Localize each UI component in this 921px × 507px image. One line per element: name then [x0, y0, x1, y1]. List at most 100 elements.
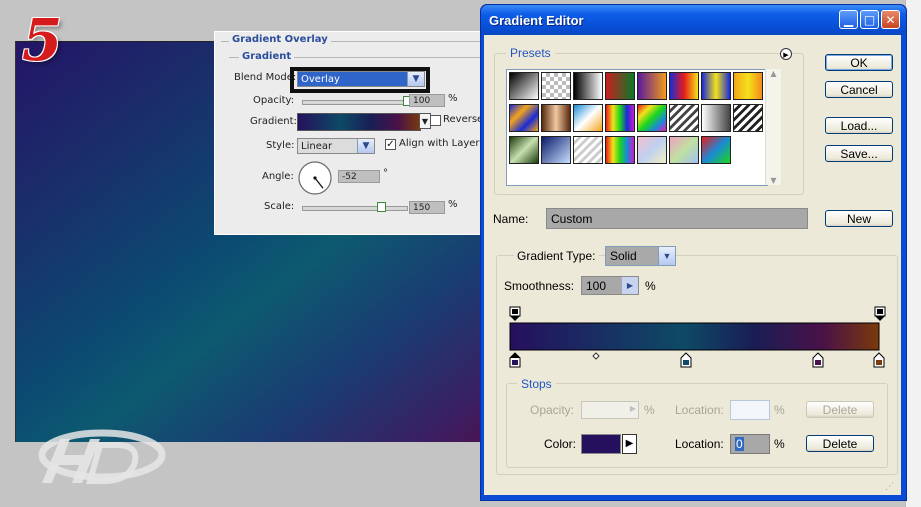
- stop-opacity-location-label: Location:: [675, 403, 724, 417]
- gradient-preview-swatch[interactable]: [297, 113, 421, 131]
- preset-swatch[interactable]: [733, 72, 763, 100]
- preset-swatch[interactable]: [573, 72, 603, 100]
- stop-opacity-location-input[interactable]: [730, 400, 770, 420]
- gradient-overlay-panel: Gradient Overlay Gradient Blend Mode: Ov…: [214, 31, 488, 235]
- preset-swatch[interactable]: [701, 72, 731, 100]
- title-bar: Gradient Editor ▁ □ ✕: [481, 5, 906, 35]
- gradient-bar[interactable]: [509, 322, 880, 351]
- ok-button[interactable]: OK: [825, 54, 893, 71]
- delete-color-stop-button[interactable]: Delete: [806, 435, 874, 452]
- smoothness-value: 100: [586, 279, 607, 293]
- smoothness-input[interactable]: 100 ▶: [581, 276, 639, 295]
- angle-dial[interactable]: [297, 160, 333, 196]
- align-with-layer-checkbox[interactable]: ✓: [385, 139, 396, 150]
- preset-swatch[interactable]: [541, 104, 571, 132]
- reverse-checkbox[interactable]: [430, 115, 441, 126]
- scale-slider-thumb[interactable]: [377, 202, 386, 212]
- blend-mode-label: Blend Mode:: [234, 72, 297, 83]
- hd-watermark-logo: [38, 429, 166, 484]
- color-location-input[interactable]: 0: [730, 434, 770, 454]
- stop-opacity-location-percent: %: [774, 403, 785, 417]
- preset-swatch[interactable]: [573, 104, 603, 132]
- new-button[interactable]: New: [825, 210, 893, 227]
- resize-grip-icon[interactable]: ⋰: [885, 481, 897, 493]
- opacity-stop-left[interactable]: [509, 306, 521, 321]
- close-button[interactable]: ✕: [881, 10, 900, 29]
- name-label: Name:: [493, 212, 529, 226]
- preset-swatch[interactable]: [637, 72, 667, 100]
- presets-grid: [506, 69, 768, 169]
- color-stop-4[interactable]: [873, 352, 885, 368]
- window-title: Gradient Editor: [489, 13, 584, 28]
- preset-swatch[interactable]: [541, 72, 571, 100]
- preset-swatch[interactable]: [701, 104, 731, 132]
- opacity-percent: %: [448, 93, 458, 104]
- opacity-stop-right[interactable]: [874, 306, 886, 321]
- color-menu-arrow-icon[interactable]: ▶: [622, 434, 637, 454]
- preset-swatch[interactable]: [701, 136, 731, 164]
- angle-label: Angle:: [262, 171, 294, 182]
- preset-swatch[interactable]: [669, 104, 699, 132]
- presets-label: Presets: [506, 46, 555, 60]
- blend-mode-value: Overlay: [301, 74, 340, 85]
- opacity-input[interactable]: 100: [409, 94, 445, 107]
- stop-color-swatch[interactable]: [581, 434, 621, 454]
- gradient-type-select[interactable]: Solid ▼: [605, 246, 676, 266]
- gradient-label: Gradient:: [250, 116, 297, 127]
- chevron-down-icon: ▼: [407, 72, 424, 86]
- color-stop-3[interactable]: [812, 352, 824, 368]
- presets-scrollbar[interactable]: ▲ ▼: [765, 69, 781, 185]
- preset-swatch[interactable]: [733, 104, 763, 132]
- stop-opacity-arrow-icon[interactable]: ▶: [630, 404, 636, 413]
- gradient-group-title: Gradient: [239, 51, 295, 62]
- preset-swatch[interactable]: [637, 136, 667, 164]
- scroll-up-icon[interactable]: ▲: [766, 69, 781, 78]
- blend-mode-select[interactable]: Overlay ▼: [297, 71, 425, 87]
- chevron-down-icon: ▼: [357, 139, 374, 153]
- stops-label: Stops: [517, 377, 556, 391]
- scale-percent: %: [448, 199, 458, 210]
- scroll-down-icon[interactable]: ▼: [766, 176, 781, 185]
- delete-opacity-stop-button[interactable]: Delete: [806, 401, 874, 418]
- gradient-overlay-title: Gradient Overlay: [229, 34, 331, 45]
- name-input[interactable]: Custom: [546, 208, 808, 229]
- color-location-value: 0: [735, 437, 744, 451]
- stop-opacity-input[interactable]: ▶: [581, 401, 639, 419]
- align-with-layer-label: Align with Layer: [399, 138, 480, 149]
- preset-swatch[interactable]: [669, 136, 699, 164]
- color-label: Color:: [544, 437, 577, 451]
- chevron-down-icon: ▼: [658, 247, 675, 265]
- smoothness-label: Smoothness:: [504, 279, 575, 293]
- stops-group: [506, 383, 888, 468]
- angle-input[interactable]: -52: [338, 170, 380, 183]
- preset-swatch[interactable]: [605, 104, 635, 132]
- maximize-button[interactable]: □: [860, 10, 879, 29]
- opacity-slider[interactable]: [302, 100, 408, 105]
- preset-swatch[interactable]: [509, 72, 539, 100]
- preset-swatch[interactable]: [541, 136, 571, 164]
- preset-swatch[interactable]: [669, 72, 699, 100]
- load-button[interactable]: Load...: [825, 117, 893, 134]
- opacity-label: Opacity:: [253, 95, 295, 106]
- preset-swatch[interactable]: [573, 136, 603, 164]
- preset-swatch[interactable]: [637, 104, 667, 132]
- scale-slider[interactable]: [302, 206, 408, 211]
- gradient-editor-window: Gradient Editor ▁ □ ✕ Presets ▶ ▲ ▼ OK C…: [480, 4, 907, 501]
- minimize-button[interactable]: ▁: [839, 10, 858, 29]
- style-select[interactable]: Linear ▼: [297, 138, 375, 154]
- preset-swatch[interactable]: [509, 136, 539, 164]
- color-stop-selected[interactable]: [509, 352, 521, 368]
- preset-swatch[interactable]: [605, 136, 635, 164]
- scale-input[interactable]: 150: [409, 201, 445, 214]
- save-button[interactable]: Save...: [825, 145, 893, 162]
- color-location-percent: %: [774, 437, 785, 451]
- midpoint-marker[interactable]: [592, 352, 600, 360]
- preset-swatch[interactable]: [605, 72, 635, 100]
- presets-menu-icon[interactable]: ▶: [780, 48, 792, 60]
- gradient-type-label: Gradient Type:: [514, 249, 599, 263]
- style-value: Linear: [301, 141, 333, 152]
- smoothness-arrow-icon[interactable]: ▶: [622, 277, 638, 294]
- preset-swatch[interactable]: [509, 104, 539, 132]
- color-stop-2[interactable]: [680, 352, 692, 368]
- cancel-button[interactable]: Cancel: [825, 81, 893, 98]
